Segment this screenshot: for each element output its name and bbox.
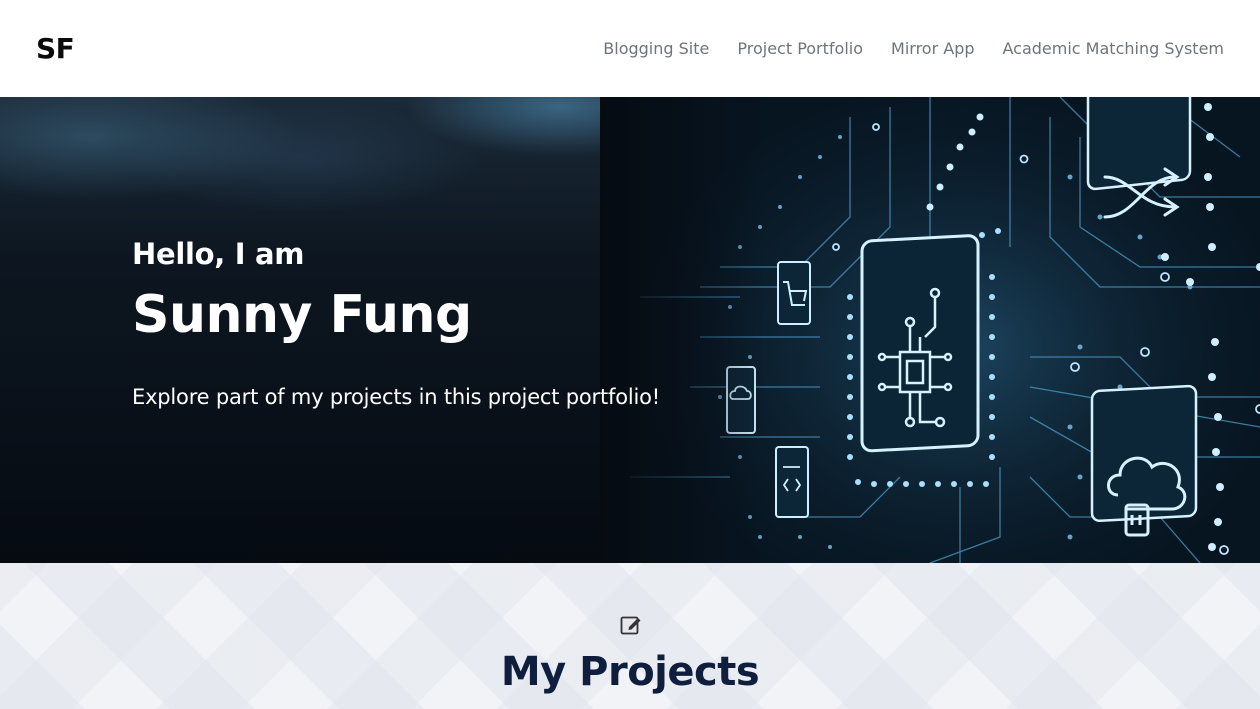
nav-link-mirror-app[interactable]: Mirror App — [891, 39, 974, 58]
hero-banner: Hello, I am Sunny Fung Explore part of m… — [0, 97, 1260, 563]
hero-greeting: Hello, I am — [132, 237, 305, 271]
projects-title: My Projects — [500, 649, 760, 695]
nav-link-blogging-site[interactable]: Blogging Site — [603, 39, 709, 58]
circuit-board-image — [600, 97, 1260, 563]
hero-subtitle: Explore part of my projects in this proj… — [132, 385, 660, 409]
navbar: SF Blogging Site Project Portfolio Mirro… — [0, 0, 1260, 97]
nav-link-academic-matching-system[interactable]: Academic Matching System — [1003, 39, 1225, 58]
hero-name: Sunny Fung — [132, 285, 472, 345]
logo[interactable]: SF — [36, 32, 75, 65]
projects-section: My Projects — [0, 563, 1260, 709]
nav-links: Blogging Site Project Portfolio Mirror A… — [603, 39, 1224, 58]
nav-link-project-portfolio[interactable]: Project Portfolio — [737, 39, 863, 58]
hero-text: Hello, I am Sunny Fung Explore part of m… — [132, 237, 660, 409]
edit-icon — [620, 616, 641, 635]
